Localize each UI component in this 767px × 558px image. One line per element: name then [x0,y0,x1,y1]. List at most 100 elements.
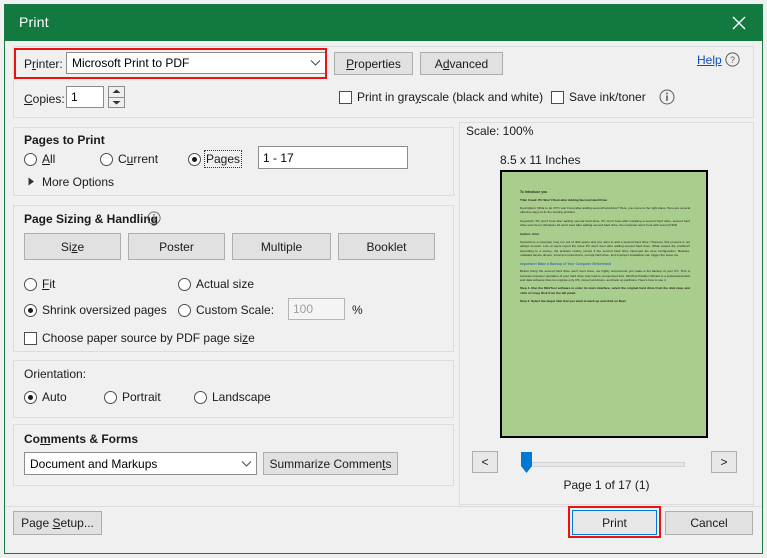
grayscale-checkbox[interactable]: Print in grayscale (black and white) [339,90,543,104]
close-icon [732,16,746,30]
preview-doc-step: Step 2. Select the target disk that you … [520,299,627,304]
caret-up-icon[interactable] [109,87,124,97]
pages-to-print-title: Pages to Print [24,133,105,147]
comments-forms-select[interactable]: Document and Markups [24,452,257,475]
help-link[interactable]: Help [697,53,722,67]
orientation-option-portrait-label: Portrait [122,390,161,404]
preview-document-body: To Introduce you Title: Fixed: PC Won't … [520,190,690,308]
page-slider-thumb[interactable] [521,452,532,473]
poster-button[interactable]: Poster [128,233,225,260]
info-circle-icon[interactable] [147,211,161,228]
page-slider-track[interactable] [530,462,685,467]
sizing-option-actual-size[interactable]: Actual size [178,277,254,291]
page-preview[interactable]: To Introduce you Title: Fixed: PC Won't … [500,170,708,438]
advanced-button[interactable]: Advanced [420,52,503,75]
custom-scale-input[interactable]: 100 [288,298,345,320]
pages-option-pages[interactable]: Pages [188,150,243,168]
close-button[interactable] [716,5,762,41]
sizing-option-fit[interactable]: Fit [24,277,55,291]
save-ink-checkbox[interactable]: Save ink/toner [551,90,646,104]
radio-circle [104,390,117,404]
preview-doc-author-paragraph: Sometimes a computer may run out of disk… [520,240,690,258]
pages-option-all[interactable]: All [24,152,55,166]
orientation-title: Orientation: [24,367,87,381]
preview-doc-line: Author: Ariel [520,231,539,236]
size-button[interactable]: Size [24,233,121,260]
chevron-down-icon [236,454,256,474]
pages-option-all-label: All [42,152,56,166]
poster-button-label: Poster [159,239,194,254]
copies-label: Copies: [24,92,65,106]
preview-doc-subheading: Important! Make a Backup of Your Compute… [520,261,612,266]
preview-doc-line: Keywords: PC won't boot after adding sec… [520,218,690,228]
advanced-button-label: Advanced [434,56,489,71]
print-dialog-window: Print Printer: Microsoft Print to PDF Pr… [0,0,767,558]
comments-forms-select-value: Document and Markups [30,456,158,471]
pages-option-pages-label: Pages [203,150,243,168]
sizing-option-actual-size-label: Actual size [196,277,255,291]
multiple-button[interactable]: Multiple [232,233,331,260]
orientation-option-auto[interactable]: Auto [24,390,67,404]
cancel-button[interactable]: Cancel [665,511,753,535]
more-options-label: More Options [42,175,115,189]
radio-circle [188,152,201,166]
multiple-button-label: Multiple [260,239,303,254]
orientation-option-auto-label: Auto [42,390,67,404]
percent-label: % [352,303,363,317]
radio-circle [178,277,191,291]
printer-select[interactable]: Microsoft Print to PDF [66,52,326,74]
next-page-label: > [720,455,728,469]
summarize-comments-label: Summarize Comments [269,456,392,471]
orientation-option-landscape-label: Landscape [212,390,271,404]
previous-page-label: < [481,455,489,469]
print-button-label: Print [602,515,627,530]
pages-range-value: 1 - 17 [263,150,294,165]
checkbox-box [551,90,564,104]
custom-scale-value: 100 [293,302,314,316]
previous-page-button[interactable]: < [472,451,498,473]
properties-button[interactable]: Properties [334,52,413,75]
sizing-option-fit-label: Fit [42,277,56,291]
preview-doc-backup-paragraph: Before fixing the second hard drive won'… [520,269,690,283]
summarize-comments-button[interactable]: Summarize Comments [263,452,398,475]
radio-circle [194,390,207,404]
sizing-option-custom-scale-label: Custom Scale: [196,303,275,317]
pages-option-current[interactable]: Current [100,152,158,166]
sizing-option-shrink[interactable]: Shrink oversized pages [24,303,167,317]
preview-doc-line: Description: What to do if PC won't boot… [520,206,690,215]
pages-range-input[interactable]: 1 - 17 [258,146,408,169]
orientation-option-landscape[interactable]: Landscape [194,390,271,404]
page-setup-button[interactable]: Page Setup... [13,511,102,535]
pages-option-current-label: Current [118,152,159,166]
page-setup-label: Page Setup... [21,516,94,530]
page-sizing-title: Page Sizing & Handling [24,212,159,226]
copies-input[interactable]: 1 [66,86,104,108]
radio-circle [24,390,37,404]
info-circle-icon[interactable] [659,89,675,108]
footer-divider [5,506,762,507]
booklet-button[interactable]: Booklet [338,233,435,260]
triangle-right-icon [28,175,35,189]
preview-doc-line: Title: Fixed: PC Won't Boot after Adding… [520,197,608,202]
more-options-toggle[interactable]: More Options [28,175,114,189]
paper-source-checkbox[interactable]: Choose paper source by PDF page size [24,331,255,345]
size-button-label: Size [60,239,85,254]
checkbox-box [24,331,37,345]
question-circle-icon[interactable]: ? [725,52,740,70]
preview-doc-step: Step 1. Run the MiniTool software to ent… [520,286,690,295]
sizing-option-custom-scale[interactable]: Custom Scale: [178,303,274,317]
orientation-option-portrait[interactable]: Portrait [104,390,161,404]
copies-stepper[interactable] [108,86,125,108]
print-button[interactable]: Print [572,510,657,535]
radio-circle [24,277,37,291]
next-page-button[interactable]: > [711,451,737,473]
printer-label: Printer: [24,57,63,71]
caret-down-icon[interactable] [109,98,124,108]
booklet-button-label: Booklet [366,239,407,254]
copies-input-value: 1 [71,90,78,104]
scale-text: Scale: 100% [466,124,534,138]
sizing-option-shrink-label: Shrink oversized pages [42,303,167,317]
printer-select-value: Microsoft Print to PDF [72,56,190,70]
chevron-down-icon [305,53,325,73]
radio-circle [24,152,37,166]
